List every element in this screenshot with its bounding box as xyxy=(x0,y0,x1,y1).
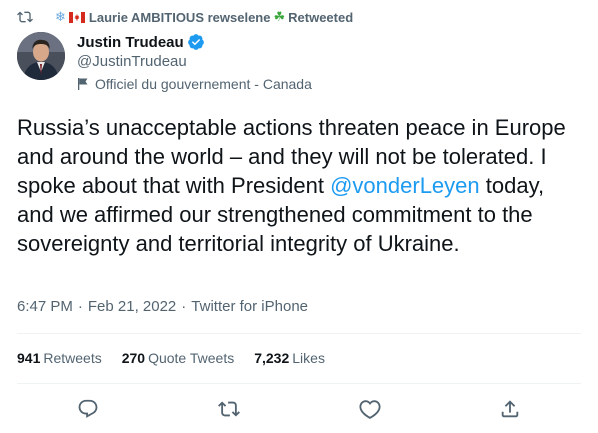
avatar-image xyxy=(17,32,65,80)
retweets-stat[interactable]: 941 Retweets xyxy=(17,350,102,366)
quote-tweets-label: Quote Tweets xyxy=(148,350,235,366)
retweeter-name-link[interactable]: Laurie AMBITIOUS rewselene xyxy=(89,10,271,25)
separator: · xyxy=(77,298,83,315)
quote-tweets-stat[interactable]: 270 Quote Tweets xyxy=(122,350,235,366)
tweet-text: Russia’s unacceptable actions threaten p… xyxy=(17,113,577,258)
retweets-count: 941 xyxy=(17,350,41,366)
retweet-banner: ❄ Laurie AMBITIOUS rewselene ☘ Retweeted xyxy=(17,7,353,27)
retweet-icon xyxy=(17,11,33,23)
tweet-actions xyxy=(0,398,598,422)
canada-flag-icon xyxy=(68,11,85,23)
likes-count: 7,232 xyxy=(254,350,290,366)
retweets-label: Retweets xyxy=(43,350,102,366)
divider xyxy=(17,383,581,384)
likes-label: Likes xyxy=(292,350,325,366)
share-icon[interactable] xyxy=(499,398,521,420)
tweet-stats: 941 Retweets 270 Quote Tweets 7,232 Likes xyxy=(17,350,345,366)
quote-tweets-count: 270 xyxy=(121,350,146,366)
likes-stat[interactable]: 7,232 Likes xyxy=(254,350,325,366)
government-label-row: Officiel du gouvernement - Canada xyxy=(77,76,312,92)
tweet-date[interactable]: Feb 21, 2022 xyxy=(88,298,176,315)
shamrock-icon: ☘ xyxy=(273,9,286,24)
reply-icon[interactable] xyxy=(77,398,99,420)
divider xyxy=(17,333,581,334)
government-label: Officiel du gouvernement - Canada xyxy=(95,76,312,92)
author-handle[interactable]: @JustinTrudeau xyxy=(77,53,187,70)
snowflake-icon: ❄ xyxy=(55,9,66,24)
mention-link[interactable]: @vonderLeyen xyxy=(330,173,480,198)
verified-badge-icon xyxy=(187,34,204,50)
like-icon[interactable] xyxy=(359,398,381,420)
author-name-row: Justin Trudeau xyxy=(77,32,205,52)
retweet-icon[interactable] xyxy=(218,398,240,420)
avatar[interactable] xyxy=(17,32,65,80)
author-display-name[interactable]: Justin Trudeau xyxy=(77,34,184,51)
retweeted-label: Retweeted xyxy=(288,9,354,25)
tweet-source[interactable]: Twitter for iPhone xyxy=(191,298,308,315)
flag-icon xyxy=(78,78,88,90)
tweet-time[interactable]: 6:47 PM xyxy=(17,298,73,315)
tweet-meta: 6:47 PM · Feb 21, 2022 · Twitter for iPh… xyxy=(17,298,308,315)
separator: · xyxy=(181,298,187,315)
